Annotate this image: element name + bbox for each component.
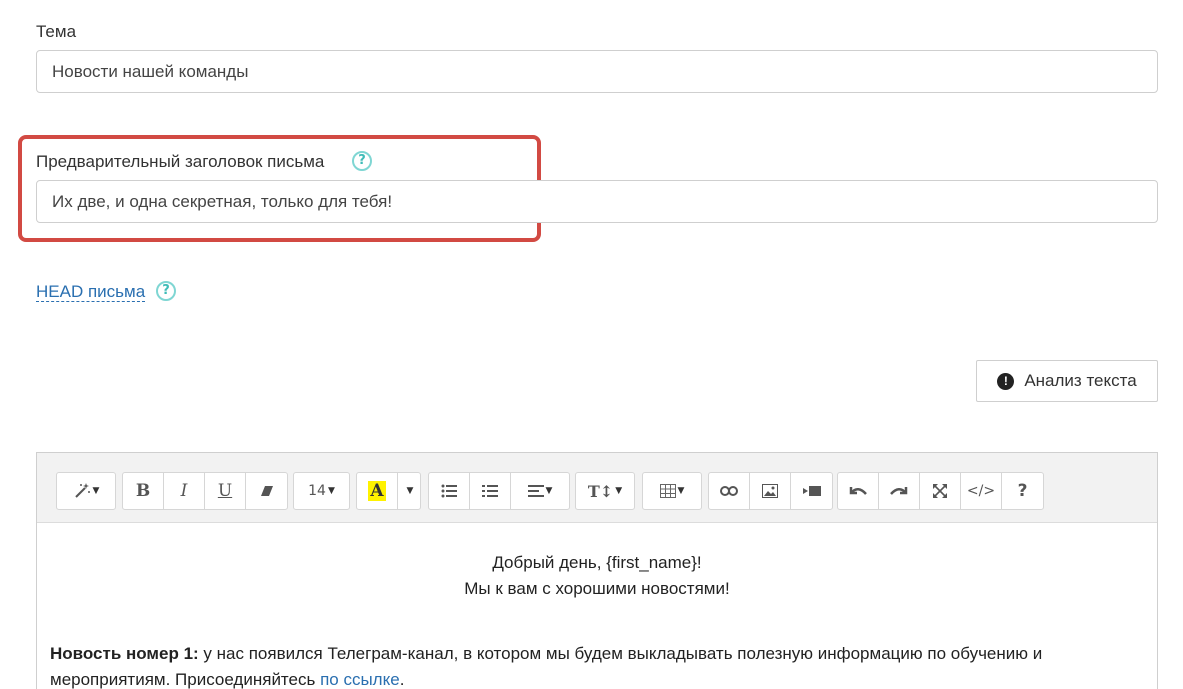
greeting-line-1: Добрый день, {first_name}! — [492, 553, 702, 572]
preheader-help-icon[interactable]: ? — [352, 151, 372, 171]
analyze-text-label: Анализ текста — [1024, 371, 1137, 390]
greeting-line-2: Мы к вам с хорошими новостями! — [464, 579, 730, 598]
line-height-button[interactable]: T↕ ▼ — [576, 473, 634, 509]
undo-icon — [849, 487, 867, 495]
subject-label: Тема — [36, 22, 77, 41]
greeting-block: Добрый день, {first_name}! Мы к вам с хо… — [50, 550, 1144, 602]
underline-button[interactable]: U — [205, 473, 246, 509]
code-icon: </> — [966, 483, 996, 499]
redo-button[interactable] — [879, 473, 920, 509]
align-left-icon — [527, 485, 544, 497]
head-link[interactable]: HEAD письма — [36, 282, 146, 302]
question-icon: ? — [1017, 481, 1028, 501]
text-color-button[interactable]: A — [357, 473, 398, 509]
redo-icon — [890, 487, 908, 495]
highlight-color-icon: A — [368, 481, 386, 501]
video-icon — [802, 486, 821, 496]
toolbar-group-paragraph: ▼ — [428, 472, 570, 510]
chevron-down-icon: ▼ — [677, 486, 685, 496]
fullscreen-button[interactable] — [920, 473, 961, 509]
ordered-list-button[interactable] — [470, 473, 511, 509]
text-height-icon: T↕ — [587, 481, 614, 501]
exclamation-circle-icon: ! — [997, 372, 1015, 390]
magic-wand-icon — [74, 483, 90, 498]
code-view-button[interactable]: </> — [961, 473, 1002, 509]
toolbar-group-style: ▼ — [56, 472, 116, 510]
font-size-button[interactable]: 14 ▼ — [294, 473, 349, 509]
image-button[interactable] — [750, 473, 791, 509]
clear-format-button[interactable] — [246, 473, 287, 509]
link-icon — [720, 486, 738, 496]
numbered-list-icon — [482, 485, 498, 497]
image-icon — [762, 484, 778, 498]
toolbar-group-format: B I U — [122, 472, 288, 510]
link-button[interactable] — [709, 473, 750, 509]
help-button[interactable]: ? — [1002, 473, 1043, 509]
toolbar-group-misc: </> ? — [837, 472, 1044, 510]
chevron-down-icon: ▼ — [327, 486, 335, 496]
bullet-list-icon — [441, 484, 457, 498]
toolbar-group-table: ▼ — [642, 472, 702, 510]
undo-button[interactable] — [838, 473, 879, 509]
news-text: у нас появился Телеграм-канал, в котором… — [50, 644, 1043, 689]
style-button[interactable]: ▼ — [57, 473, 115, 509]
chevron-down-icon: ▼ — [615, 486, 623, 496]
editor-content[interactable]: Добрый день, {first_name}! Мы к вам с хо… — [37, 523, 1157, 689]
color-dropdown-button[interactable]: ▼ — [398, 473, 420, 509]
toolbar-group-fontsize: 14 ▼ — [293, 472, 350, 510]
eraser-icon — [260, 486, 273, 496]
news-title: Новость номер 1: — [50, 644, 199, 663]
expand-icon — [933, 484, 947, 498]
align-button[interactable]: ▼ — [511, 473, 569, 509]
analyze-text-button[interactable]: ! Анализ текста — [976, 360, 1158, 402]
table-button[interactable]: ▼ — [643, 473, 701, 509]
bold-button[interactable]: B — [123, 473, 164, 509]
news-paragraph: Новость номер 1: у нас появился Телеграм… — [50, 641, 1144, 689]
toolbar-group-height: T↕ ▼ — [575, 472, 635, 510]
font-size-value: 14 — [308, 483, 326, 499]
table-icon — [659, 484, 676, 498]
head-help-icon[interactable]: ? — [156, 281, 176, 301]
news-end: . — [399, 670, 405, 689]
chevron-down-icon: ▼ — [92, 486, 100, 496]
video-button[interactable] — [791, 473, 832, 509]
editor-toolbar: ▼ B I U 14 ▼ A ▼ ▼ T↕ ▼ ▼ </> ? — [37, 453, 1157, 523]
toolbar-group-color: A ▼ — [356, 472, 421, 510]
toolbar-group-insert — [708, 472, 833, 510]
preheader-input[interactable] — [36, 180, 1158, 223]
subject-input[interactable] — [36, 50, 1158, 93]
italic-button[interactable]: I — [164, 473, 205, 509]
email-editor: ▼ B I U 14 ▼ A ▼ ▼ T↕ ▼ ▼ </> ? Добрый д… — [36, 452, 1158, 689]
unordered-list-button[interactable] — [429, 473, 470, 509]
news-link[interactable]: по ссылке — [320, 670, 400, 689]
chevron-down-icon: ▼ — [406, 486, 414, 496]
preheader-label: Предварительный заголовок письма — [36, 152, 325, 171]
chevron-down-icon: ▼ — [545, 486, 553, 496]
